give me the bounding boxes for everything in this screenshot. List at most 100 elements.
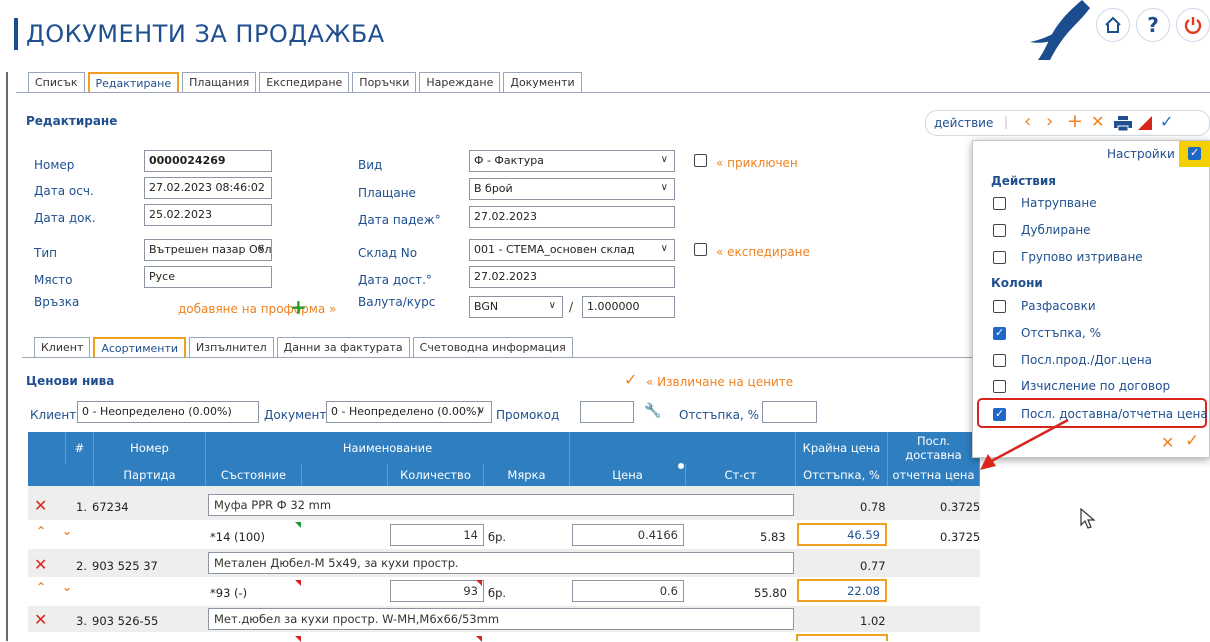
next-icon[interactable]: › — [1046, 111, 1053, 132]
type-select[interactable]: Вътрешен пазар Облагаеми с∨ — [144, 239, 272, 261]
move-up-icon[interactable]: ⌃ — [36, 580, 46, 594]
option-checkbox[interactable] — [993, 251, 1006, 264]
discount-field[interactable] — [762, 401, 817, 423]
row-value: 5.83 — [760, 530, 786, 544]
tab-client[interactable]: Клиент — [34, 337, 91, 357]
grid-head-code[interactable]: Номер — [94, 432, 206, 464]
chevron-down-icon: ∨ — [660, 154, 668, 165]
grid-head-report-price[interactable]: отчетна цена — [888, 464, 980, 486]
row-qty-field[interactable]: 14 — [390, 524, 484, 546]
row-name-field[interactable]: Муфа PPR Ф 32 mm — [208, 494, 794, 516]
delete-row-icon[interactable]: ✕ — [34, 555, 47, 574]
number-field[interactable]: 0000024269 — [144, 150, 272, 172]
grid-head-value[interactable]: Ст-ст — [686, 464, 796, 486]
rate-field[interactable]: 1.000000 — [582, 296, 675, 318]
kind-select[interactable]: Ф - Фактура ∨ — [469, 150, 675, 172]
warehouse-select[interactable]: 001 - СТЕМА_основен склад ∨ — [469, 239, 675, 261]
tab-shipping[interactable]: Експедиране — [259, 72, 350, 92]
payment-select[interactable]: В брой ∨ — [469, 178, 675, 200]
row-price-field[interactable]: 0.4166 — [572, 524, 684, 546]
delete-row-icon[interactable]: ✕ — [34, 496, 47, 515]
row-price-field[interactable]: 0.6 — [572, 580, 684, 602]
due-date-label: Дата падеж° — [358, 213, 441, 227]
date-acc-field[interactable]: 27.02.2023 08:46:02 — [144, 177, 272, 199]
mouse-cursor-icon — [1080, 508, 1096, 529]
shipping-checkbox[interactable] — [694, 243, 707, 256]
page-title: ДОКУМЕНТИ ЗА ПРОДАЖБА — [26, 20, 385, 48]
option-checkbox[interactable] — [993, 326, 1006, 340]
tab-list[interactable]: Списък — [28, 72, 85, 92]
grid-head-unit[interactable]: Мярка — [484, 464, 570, 486]
date-doc-field[interactable]: 25.02.2023 — [144, 204, 272, 226]
prev-icon[interactable]: ‹ — [1024, 111, 1031, 132]
cancel-icon[interactable]: ✕ — [1161, 433, 1174, 452]
settings-toggle-checkbox[interactable] — [1188, 146, 1201, 160]
action-label[interactable]: действие — [934, 116, 993, 130]
print-icon[interactable] — [1114, 116, 1132, 132]
client-level-field[interactable]: 0 - Неопределено (0.00%) — [77, 401, 259, 423]
row-discount-field[interactable]: 46.59 — [797, 523, 887, 546]
confirm-icon[interactable]: ✓ — [1160, 112, 1173, 131]
extract-prices-link[interactable]: « Извличане на цените — [646, 375, 793, 389]
grid-head-last-delivery[interactable]: Посл. доставна — [888, 432, 980, 464]
grid-head-qty[interactable]: Количество — [388, 464, 484, 486]
tab-assortments[interactable]: Асортименти — [93, 337, 187, 357]
grid-head-state[interactable]: Състояние — [206, 464, 302, 486]
option-checkbox[interactable] — [993, 354, 1006, 367]
confirm-icon[interactable]: ✓ — [1185, 431, 1199, 451]
move-up-icon[interactable]: ⌃ — [36, 524, 46, 538]
option-checkbox[interactable] — [993, 380, 1006, 393]
delete-row-icon[interactable]: ✕ — [34, 610, 47, 629]
tab-invoice-data[interactable]: Данни за фактурата — [276, 337, 410, 357]
help-button[interactable]: ? — [1136, 8, 1170, 42]
currency-select[interactable]: BGN ∨ — [469, 296, 563, 318]
wrench-icon[interactable]: 🔧 — [644, 403, 661, 419]
settings-toggle[interactable] — [1179, 141, 1210, 167]
row-name-field[interactable]: Метален Дюбел-М 5х49, за кухи простр. — [208, 552, 794, 574]
tab-ordering[interactable]: Нареждане — [419, 72, 501, 92]
tab-orders[interactable]: Поръчки — [352, 72, 417, 92]
option-checkbox[interactable] — [993, 197, 1006, 210]
row-discount-field-partial[interactable] — [796, 634, 888, 641]
add-icon[interactable]: + — [1067, 110, 1083, 132]
document-level-select[interactable]: 0 - Неопределено (0.00%) ∨ — [326, 401, 492, 423]
row-unit: бр. — [488, 586, 507, 600]
grid-head2-blank — [28, 464, 94, 486]
qty-indicator-icon — [476, 636, 482, 642]
tab-payments[interactable]: Плащания — [182, 72, 257, 92]
flag-icon[interactable] — [1138, 116, 1152, 130]
grid-head-discount[interactable]: Отстъпка, % — [796, 464, 888, 486]
grid-head-final-price[interactable]: Крайна цена — [796, 432, 888, 464]
option-checkbox[interactable] — [993, 224, 1006, 237]
power-button[interactable] — [1176, 8, 1210, 42]
due-date-field[interactable]: 27.02.2023 — [469, 206, 675, 228]
date-doc-label: Дата док. — [34, 211, 96, 225]
row-discount-field[interactable]: 22.08 — [797, 579, 887, 602]
action-toolbar: действие | ‹ › + ✕ ✓ — [925, 110, 1210, 136]
tab-performer[interactable]: Изпълнител — [189, 337, 274, 357]
tab-accounting-info[interactable]: Счетоводна информация — [412, 337, 573, 357]
delivery-date-field[interactable]: 27.02.2023 — [469, 266, 675, 288]
promo-field[interactable] — [580, 401, 634, 423]
row-state: *93 (-) — [210, 586, 248, 600]
add-proforma-plus-icon[interactable]: + — [290, 295, 307, 319]
home-button[interactable] — [1096, 8, 1130, 42]
delete-icon[interactable]: ✕ — [1091, 112, 1104, 131]
place-field[interactable]: Русе — [144, 266, 272, 288]
expand-down-icon[interactable]: ⌄ — [62, 580, 72, 594]
grid-head-name[interactable]: Наименование — [206, 432, 570, 464]
row-qty-field[interactable]: 93 — [390, 580, 484, 602]
grid-head-price[interactable]: Цена — [570, 464, 686, 486]
sub-tab-line — [22, 357, 982, 358]
expand-down-icon[interactable]: ⌄ — [62, 524, 72, 538]
add-proforma-link[interactable]: добавяне на проформа » — [178, 302, 336, 316]
tab-edit[interactable]: Редактиране — [87, 72, 180, 92]
grid-head-batch[interactable]: Партида — [94, 464, 206, 486]
grid-head-blank — [570, 432, 796, 464]
option-checkbox[interactable] — [993, 300, 1006, 313]
closed-checkbox[interactable] — [694, 154, 707, 167]
row-name-field[interactable]: Мет.дюбел за кухи простр. W-MH,M6x66/53m… — [208, 608, 794, 630]
client-level-label: Клиент — [30, 408, 77, 422]
tab-documents[interactable]: Документи — [503, 72, 582, 92]
extract-prices-check-icon[interactable]: ✓ — [624, 370, 637, 389]
